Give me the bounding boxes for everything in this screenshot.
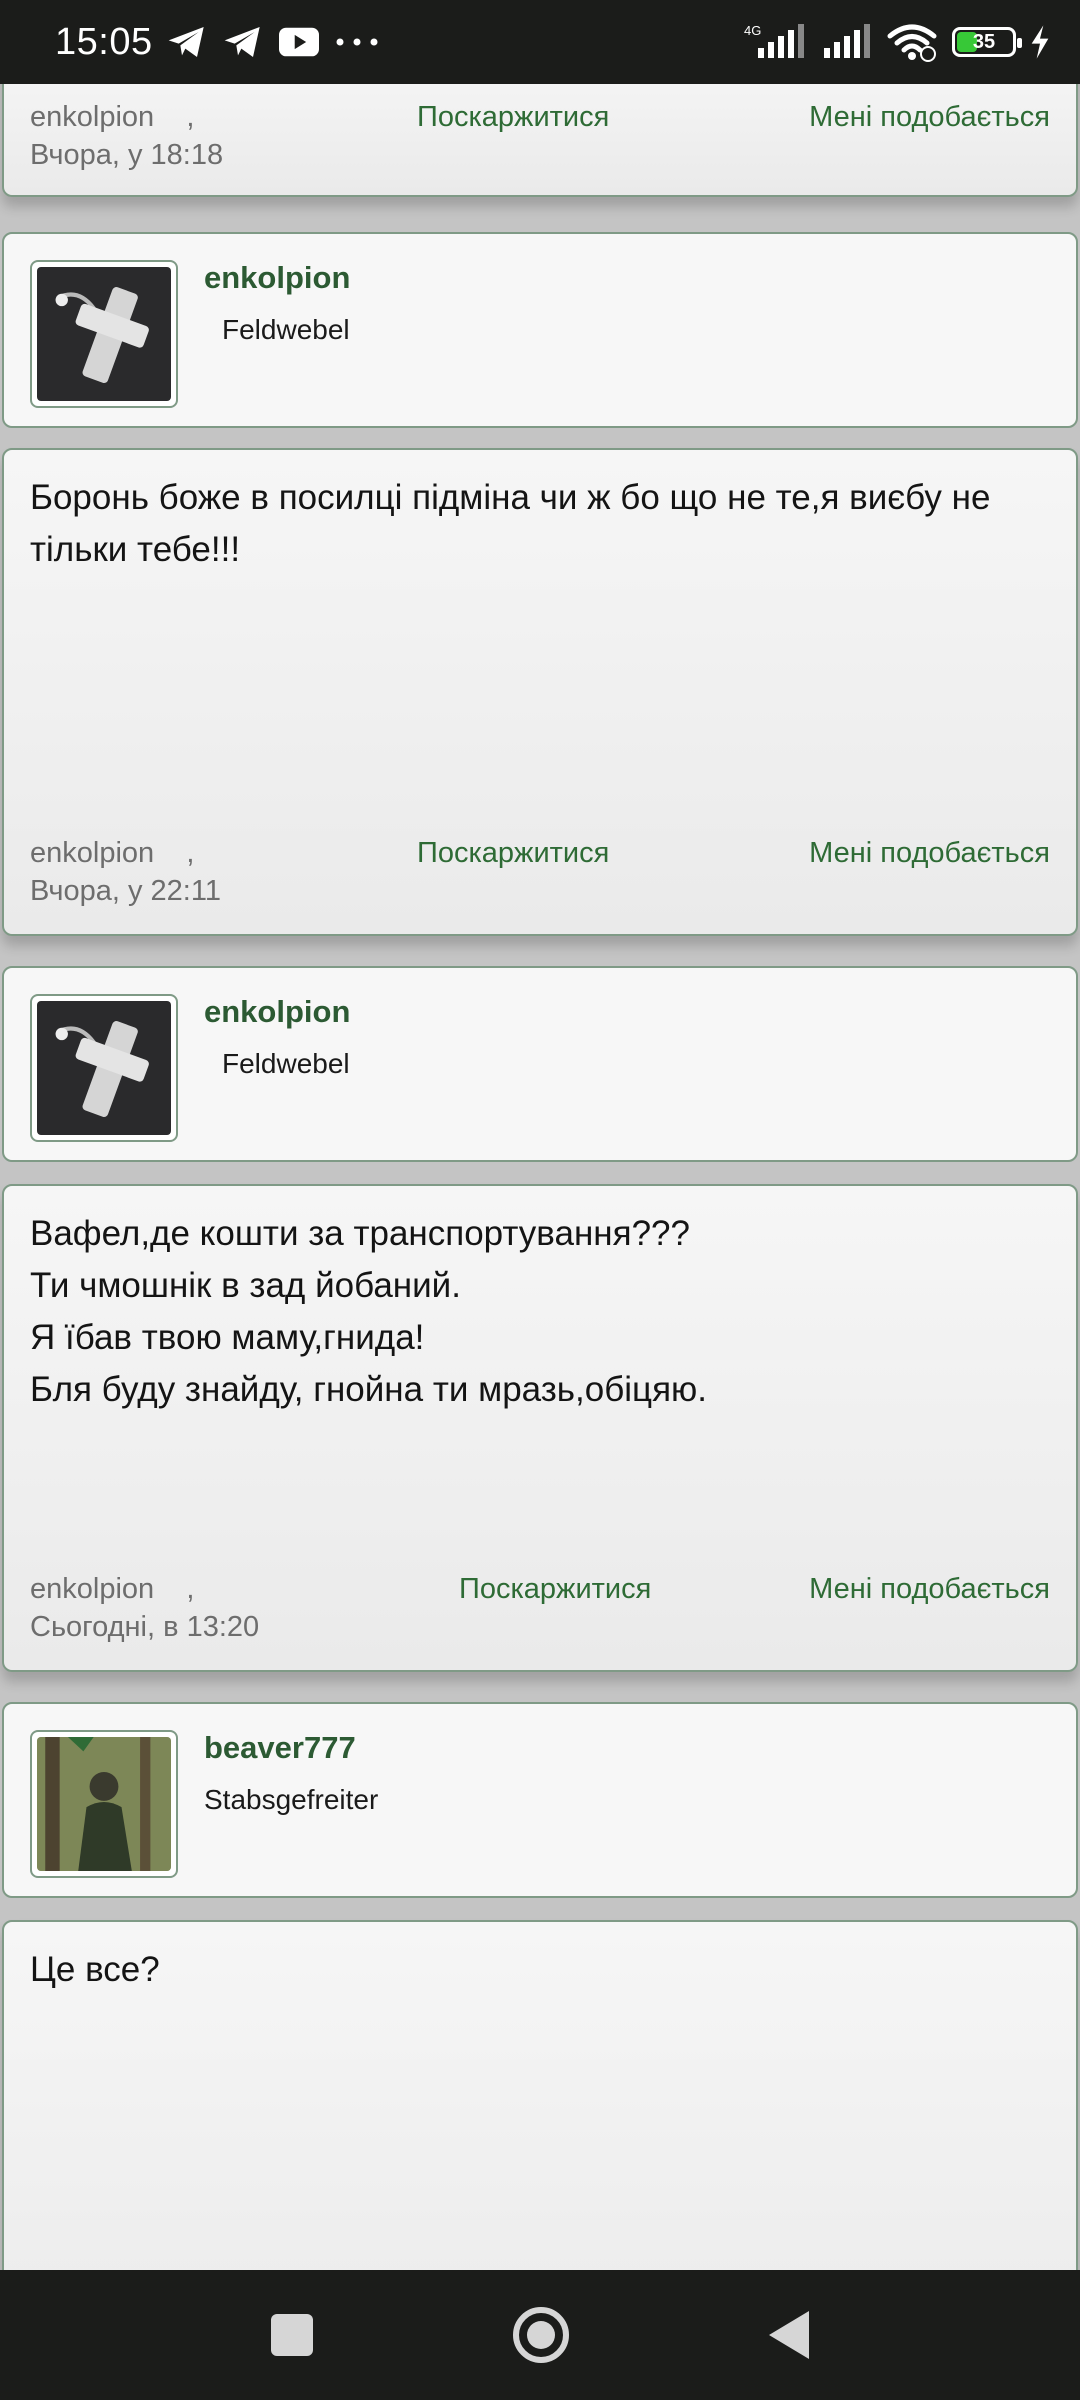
report-link[interactable]: Поскаржитися [459, 1570, 651, 1608]
like-link[interactable]: Мені подобається [809, 98, 1050, 136]
meta-author[interactable]: enkolpion [30, 1573, 154, 1605]
post-body: Боронь боже в посилці підміна чи ж бо що… [30, 478, 991, 569]
post-meta: enkolpion , Вчора, у 18:18 [30, 98, 223, 174]
post-author-card: enkolpion Feldwebel [2, 966, 1078, 1162]
avatar-image-cross [37, 1001, 171, 1135]
post-body-line: Вафел,де кошти за транспортування??? [30, 1214, 690, 1253]
meta-author[interactable]: enkolpion [30, 837, 154, 869]
post-author-card: beaver777 Stabsgefreiter [2, 1702, 1078, 1898]
post-body-line: Ти чмошнік в зад йобаний. [30, 1266, 461, 1305]
telegram-icon [224, 27, 260, 57]
post-meta: enkolpion , Сьогодні, в 13:20 [30, 1570, 259, 1646]
post-card: enkolpion , Вчора, у 18:18 Поскаржитися … [2, 84, 1078, 197]
system-icons: 4G 35 [742, 22, 1050, 62]
more-notifications-icon [336, 38, 378, 46]
post-author-name[interactable]: enkolpion [204, 994, 350, 1030]
like-link[interactable]: Мені подобається [809, 834, 1050, 872]
back-button[interactable] [769, 2311, 809, 2359]
recent-apps-button[interactable] [271, 2314, 313, 2356]
avatar[interactable] [30, 260, 178, 408]
report-link[interactable]: Поскаржитися [417, 98, 609, 136]
post-author-rank: Stabsgefreiter [204, 1784, 379, 1815]
forum-thread[interactable]: enkolpion , Вчора, у 18:18 Поскаржитися … [0, 84, 1080, 2270]
notification-icons [167, 25, 379, 59]
post-card: Це все? [2, 1920, 1078, 2270]
home-button[interactable] [513, 2307, 569, 2363]
post-author-rank: Feldwebel [222, 1048, 350, 1079]
system-navigation-bar [0, 2270, 1080, 2400]
charging-icon [1031, 25, 1049, 59]
post-body: Вафел,де кошти за транспортування??? Ти … [30, 1208, 1046, 1416]
meta-time: Сьогодні, в 13:20 [30, 1611, 260, 1643]
meta-separator: , [186, 101, 195, 133]
telegram-icon [168, 27, 204, 57]
post-author-name[interactable]: enkolpion [204, 260, 350, 296]
post-body-line: Я їбав твою маму,гнида! [30, 1318, 425, 1357]
avatar-image-photo [37, 1737, 171, 1871]
meta-author[interactable]: enkolpion [30, 101, 154, 133]
like-link[interactable]: Мені подобається [809, 1570, 1050, 1608]
avatar-image-cross [37, 267, 171, 401]
cellular-signal-icon [824, 24, 870, 58]
post-body: Це все? [30, 1950, 160, 1989]
avatar[interactable] [30, 1730, 178, 1878]
avatar[interactable] [30, 994, 178, 1142]
post-author-card: enkolpion Feldwebel [2, 232, 1078, 428]
meta-time: Вчора, у 22:11 [30, 875, 221, 907]
report-link[interactable]: Поскаржитися [417, 834, 609, 872]
status-bar: 15:05 4G 35 [0, 0, 1080, 84]
wifi-icon [887, 24, 937, 62]
battery-icon: 35 [952, 27, 1022, 57]
post-author-name[interactable]: beaver777 [204, 1730, 356, 1766]
post-body-line: Бля буду знайду, гнойна ти мразь,обіцяю. [30, 1370, 707, 1409]
youtube-icon [278, 27, 319, 57]
meta-separator: , [186, 837, 195, 869]
cellular-signal-4g-icon: 4G [744, 23, 804, 58]
battery-percent: 35 [972, 30, 996, 53]
post-meta: enkolpion , Вчора, у 22:11 [30, 834, 221, 910]
network-type-label: 4G [744, 23, 761, 38]
post-card: Вафел,де кошти за транспортування??? Ти … [2, 1184, 1078, 1672]
meta-time: Вчора, у 18:18 [30, 139, 224, 171]
post-author-rank: Feldwebel [222, 314, 350, 345]
meta-separator: , [186, 1573, 195, 1605]
post-card: Боронь боже в посилці підміна чи ж бо що… [2, 448, 1078, 936]
status-time: 15:05 [55, 20, 153, 63]
